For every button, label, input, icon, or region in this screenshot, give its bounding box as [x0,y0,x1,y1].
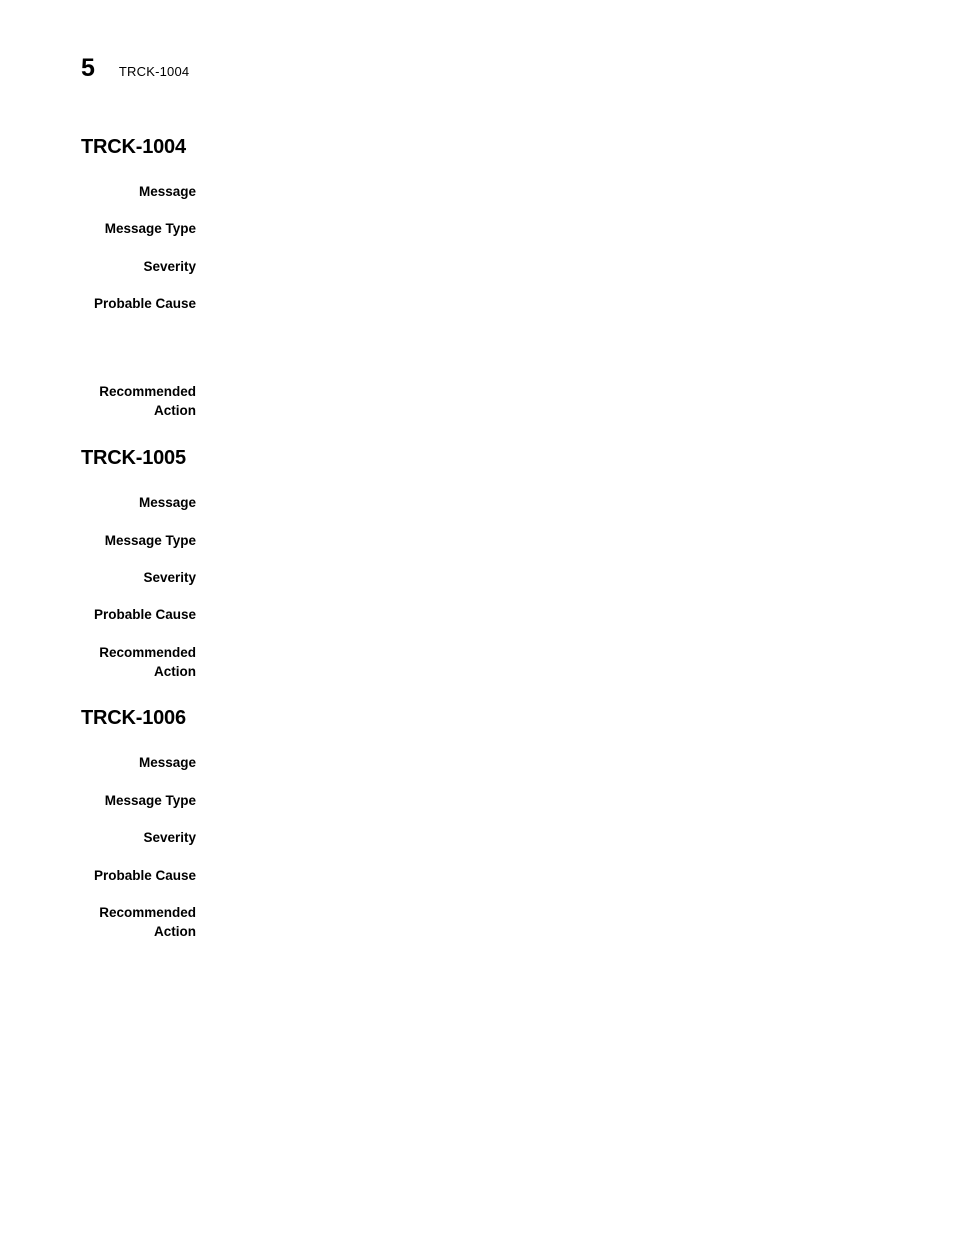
field-row: Recommended Action [0,382,954,420]
field-row: Message Type [0,219,954,238]
field-row: Message [0,753,954,772]
field-row: Message [0,493,954,512]
field-label: Recommended Action [99,384,196,418]
field-row: Severity [0,257,954,276]
field-value [218,182,954,201]
field-value [218,493,954,512]
field-label: Message [138,184,196,199]
field-label: Probable Cause [93,296,196,311]
field-value [218,828,954,847]
field-label: Severity [143,259,196,274]
field-row: Recommended Action [0,903,954,941]
field-value [218,753,954,772]
field-label: Message Type [104,793,196,808]
field-label: Probable Cause [93,607,196,622]
field-value [218,866,954,885]
section-heading: TRCK-1005 [81,447,186,469]
running-header-title: TRCK-1004 [118,64,190,79]
field-value [218,219,954,238]
field-label: Message [138,495,196,510]
field-row: Severity [0,828,954,847]
field-label: Recommended Action [99,905,196,939]
field-value [218,257,954,276]
field-value [218,382,954,401]
field-row: Message Type [0,791,954,810]
document-page: 5 TRCK-1004 TRCK-1004 Message Message Type… [0,0,954,1235]
field-label: Message Type [104,533,196,548]
running-header: 5 TRCK-1004 [81,56,189,81]
field-value [218,903,954,922]
field-row: Probable Cause [0,866,954,885]
field-value [218,531,954,550]
field-value [218,294,954,313]
field-value [218,643,954,662]
field-value [218,791,954,810]
field-row: Probable Cause [0,605,954,624]
field-row: Message Type [0,531,954,550]
field-value [218,605,954,624]
field-label: Message [138,755,196,770]
page-number: 5 [81,54,95,82]
field-row: Probable Cause [0,294,954,313]
field-label: Severity [143,830,196,845]
field-label: Recommended Action [99,645,196,679]
field-label: Message Type [104,221,196,236]
field-label: Severity [143,570,196,585]
field-row: Message [0,182,954,201]
field-row: Severity [0,568,954,587]
field-row: Recommended Action [0,643,954,681]
field-label: Probable Cause [93,868,196,883]
section-heading: TRCK-1004 [81,136,186,158]
field-value [218,568,954,587]
section-heading: TRCK-1006 [81,707,186,729]
